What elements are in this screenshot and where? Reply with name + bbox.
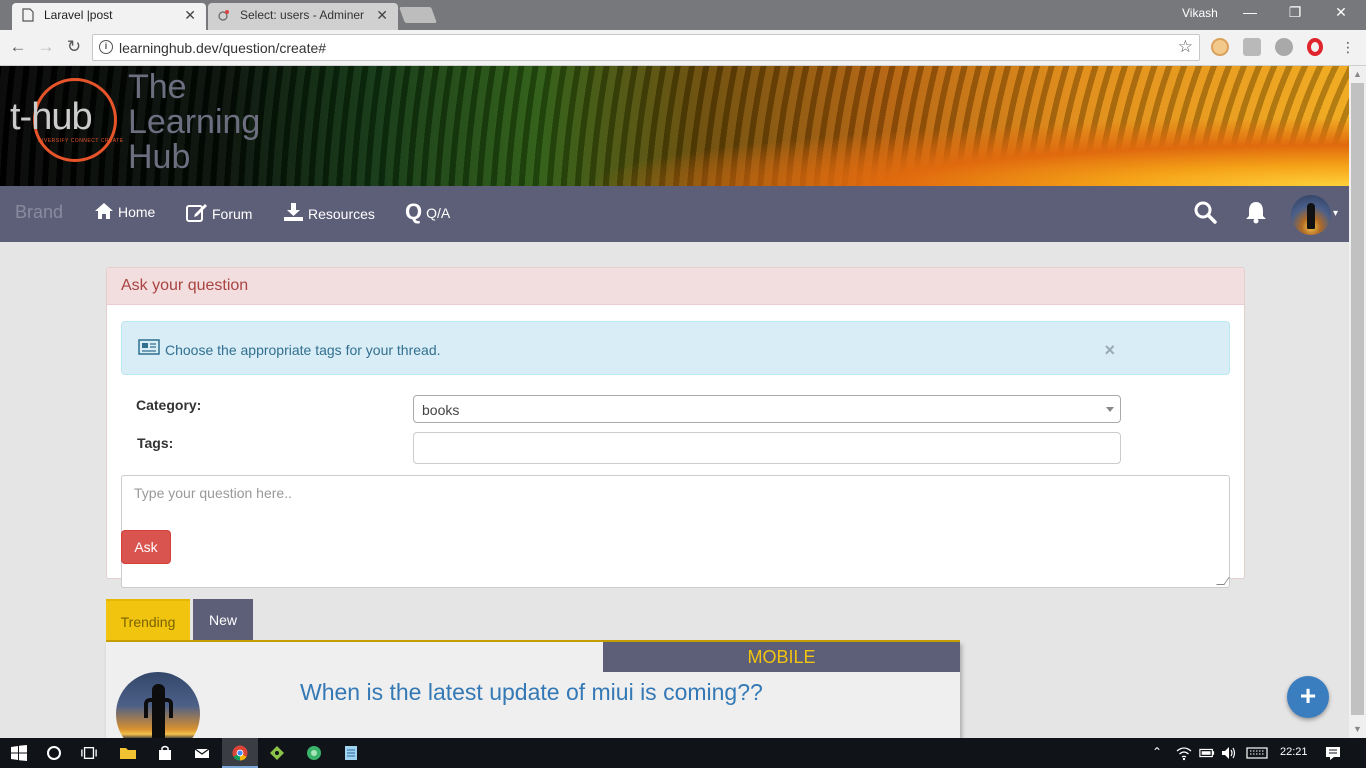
- volume-icon[interactable]: [1221, 745, 1237, 761]
- dropdown-arrow-icon: [1106, 407, 1114, 412]
- alert-text: Choose the appropriate tags for your thr…: [165, 342, 441, 358]
- site-banner: t-hub DIVERSIFY CONNECT CREATE The Learn…: [0, 66, 1349, 186]
- site-title: The Learning Hub: [128, 70, 260, 175]
- tray-chevron-icon[interactable]: ⌃: [1152, 745, 1162, 759]
- nav-item-label: Resources: [308, 206, 375, 222]
- site-title-line: Hub: [128, 138, 191, 176]
- site-title-line: The: [128, 68, 187, 106]
- avatar-silhouette: [1307, 203, 1315, 229]
- app-icon[interactable]: [306, 745, 322, 761]
- info-icon[interactable]: i: [99, 40, 113, 54]
- category-select[interactable]: books: [413, 395, 1121, 423]
- page-icon: [22, 8, 34, 22]
- notifications-icon[interactable]: [1325, 745, 1341, 761]
- ask-question-panel: Ask your question Choose the appropriate…: [106, 267, 1245, 588]
- cortana-icon[interactable]: [46, 745, 62, 761]
- site-title-line: Learning: [128, 103, 261, 141]
- page-scrollbar[interactable]: ▲ ▼: [1349, 66, 1366, 738]
- browser-toolbar: ← → ↻ i learninghub.dev/question/create#…: [0, 30, 1366, 66]
- menu-icon[interactable]: ⋮: [1337, 39, 1359, 56]
- nav-item-label: Home: [118, 204, 156, 220]
- scroll-thumb[interactable]: [1351, 83, 1364, 715]
- bell-icon[interactable]: [1245, 200, 1267, 224]
- nav-item-forum[interactable]: Forum: [186, 202, 252, 226]
- close-tab-icon[interactable]: ✕: [376, 3, 388, 27]
- drive-extension-icon[interactable]: [1243, 38, 1261, 56]
- chevron-down-icon[interactable]: ▾: [1333, 208, 1338, 219]
- ask-button[interactable]: Ask: [121, 530, 171, 564]
- extension-icon[interactable]: [1275, 38, 1293, 56]
- edit-icon: [186, 204, 207, 222]
- newspaper-icon: [138, 339, 160, 355]
- wifi-icon[interactable]: [1176, 745, 1192, 761]
- close-icon[interactable]: ×: [1104, 341, 1115, 359]
- browser-tab-strip: Laravel |post ✕ Select: users - Adminer …: [0, 0, 1366, 30]
- back-icon[interactable]: ←: [7, 37, 29, 57]
- question-card[interactable]: MOBILE When is the latest update of miui…: [106, 642, 960, 756]
- q-icon: Q: [405, 199, 423, 224]
- bookmark-star-icon[interactable]: ☆: [1178, 37, 1193, 57]
- site-logo[interactable]: t-hub: [10, 96, 93, 139]
- close-window-icon[interactable]: ✕: [1326, 4, 1356, 21]
- panel-heading: Ask your question: [107, 268, 1244, 305]
- restore-icon[interactable]: ❐: [1280, 4, 1310, 21]
- forward-icon[interactable]: →: [35, 37, 57, 57]
- browser-profile-name[interactable]: Vikash: [1182, 6, 1218, 20]
- mail-icon[interactable]: [194, 745, 210, 761]
- taskbar-clock[interactable]: 22:21: [1280, 746, 1308, 758]
- start-icon[interactable]: [11, 745, 27, 761]
- file-explorer-icon[interactable]: [120, 745, 136, 761]
- browser-tab-adminer[interactable]: Select: users - Adminer ✕: [208, 3, 398, 30]
- store-icon[interactable]: [157, 745, 173, 761]
- close-tab-icon[interactable]: ✕: [184, 3, 196, 27]
- download-icon: [284, 203, 303, 221]
- cookie-extension-icon[interactable]: [1211, 38, 1229, 56]
- user-avatar[interactable]: [1291, 195, 1331, 235]
- scroll-down-icon[interactable]: ▼: [1349, 721, 1366, 738]
- reload-icon[interactable]: ↻: [63, 37, 85, 57]
- tab-title: Select: users - Adminer: [240, 8, 365, 22]
- navbar-brand[interactable]: Brand: [15, 202, 63, 223]
- tags-label: Tags:: [137, 435, 174, 451]
- avatar-silhouette: [152, 684, 165, 744]
- card-category-badge[interactable]: MOBILE: [603, 642, 960, 672]
- minimize-icon[interactable]: —: [1235, 4, 1265, 20]
- new-tab-button[interactable]: [399, 7, 437, 23]
- resize-handle-icon[interactable]: [1216, 577, 1230, 585]
- add-question-button[interactable]: +: [1287, 676, 1329, 718]
- nav-item-home[interactable]: Home: [94, 202, 155, 226]
- tab-title: Laravel |post: [44, 8, 113, 22]
- opera-extension-icon[interactable]: [1307, 38, 1323, 56]
- category-label: Category:: [136, 397, 202, 413]
- home-icon: [95, 203, 113, 219]
- task-view-icon[interactable]: [81, 745, 97, 761]
- windows-taskbar: ⌃ 22:21: [0, 738, 1366, 768]
- scroll-up-icon[interactable]: ▲: [1349, 66, 1366, 83]
- tags-info-alert: Choose the appropriate tags for your thr…: [121, 321, 1230, 375]
- git-icon[interactable]: [269, 745, 285, 761]
- main-navbar: Brand Home Forum Resources Q Q/A: [0, 186, 1349, 242]
- battery-icon[interactable]: [1199, 745, 1215, 761]
- nav-item-label: Forum: [212, 206, 253, 222]
- tab-trending[interactable]: Trending: [106, 599, 190, 642]
- keyboard-icon[interactable]: [1246, 745, 1268, 761]
- browser-tab-laravel-post[interactable]: Laravel |post ✕: [12, 3, 206, 30]
- card-question-title[interactable]: When is the latest update of miui is com…: [300, 679, 763, 706]
- chrome-icon[interactable]: [232, 745, 248, 761]
- nav-item-label: Q/A: [426, 205, 451, 221]
- search-icon[interactable]: [1193, 200, 1217, 224]
- question-placeholder: Type your question here..: [134, 485, 292, 501]
- nav-item-resources[interactable]: Resources: [283, 202, 375, 226]
- question-textarea[interactable]: Type your question here..: [121, 475, 1230, 588]
- adminer-icon: [218, 10, 229, 21]
- address-bar[interactable]: i learninghub.dev/question/create# ☆: [92, 34, 1200, 61]
- logo-tagline: DIVERSIFY CONNECT CREATE: [38, 138, 124, 144]
- url-text[interactable]: learninghub.dev/question/create#: [119, 40, 326, 56]
- category-selected-value: books: [422, 402, 460, 418]
- notepad-icon[interactable]: [343, 745, 359, 761]
- tags-input[interactable]: [413, 432, 1121, 464]
- nav-item-qa[interactable]: Q Q/A: [405, 199, 451, 224]
- tab-new[interactable]: New: [193, 599, 253, 641]
